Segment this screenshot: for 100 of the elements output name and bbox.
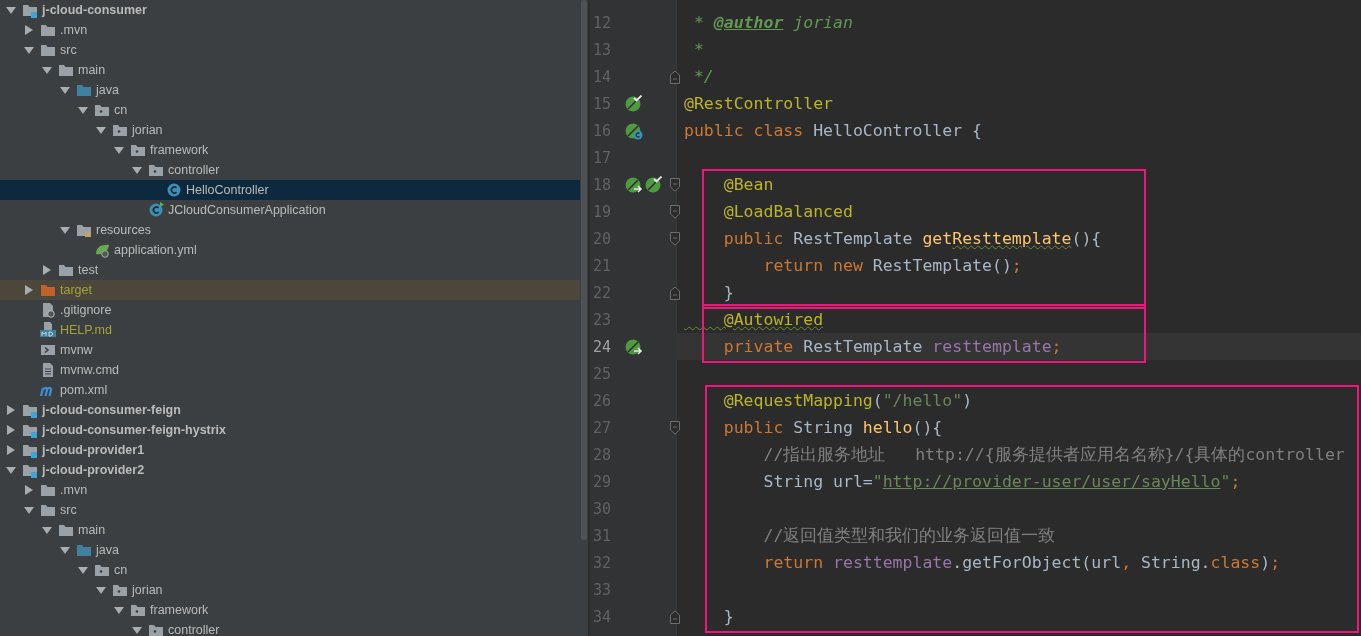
- fold-start-icon[interactable]: [670, 420, 680, 435]
- file-icon: [40, 302, 56, 318]
- bean-class-icon[interactable]: [625, 121, 643, 140]
- code-line: }: [722, 283, 734, 302]
- fold-end-icon[interactable]: [670, 609, 680, 624]
- tree-item[interactable]: java: [0, 80, 580, 100]
- tree-item[interactable]: j-cloud-consumer: [0, 0, 580, 20]
- tree-item[interactable]: controller: [0, 620, 580, 636]
- code-line: }: [722, 607, 734, 626]
- module-folder-icon: [22, 422, 38, 438]
- application-class-icon: [148, 202, 164, 218]
- leaf-icon: [94, 242, 110, 258]
- markdown-file-icon: [40, 322, 56, 338]
- tree-item[interactable]: target: [0, 280, 580, 300]
- fold-start-icon[interactable]: [670, 177, 680, 192]
- tree-item[interactable]: mvnw.cmd: [0, 360, 580, 380]
- tree-item-label: j-cloud-consumer-feign-hystrix: [42, 423, 227, 437]
- tree-item-label: cn: [114, 563, 128, 577]
- tree-item[interactable]: src: [0, 500, 580, 520]
- fold-end-icon[interactable]: [670, 69, 680, 84]
- tree-item[interactable]: resources: [0, 220, 580, 240]
- tree-item-label: framework: [150, 143, 209, 157]
- code-line: * @author jorian: [692, 13, 853, 32]
- package-folder-icon: [130, 602, 146, 618]
- fold-start-icon[interactable]: [670, 204, 680, 219]
- code-line: //指出服务地址 http://{服务提供者应用名名称}/{具体的controller: [762, 443, 1345, 466]
- tree-item[interactable]: main: [0, 520, 580, 540]
- folder-icon: [40, 502, 56, 518]
- scrollbar-thumb[interactable]: [581, 0, 587, 540]
- tree-item[interactable]: HELP.md: [0, 320, 580, 340]
- folder-icon: [40, 22, 56, 38]
- tree-item[interactable]: src: [0, 40, 580, 60]
- class-icon: [166, 182, 182, 198]
- code-line: @RequestMapping("/hello"): [722, 391, 973, 410]
- tree-item-label: java: [96, 543, 119, 557]
- code-line: //返回值类型和我们的业务返回值一致: [762, 524, 1056, 547]
- tree-item-label: controller: [168, 163, 220, 177]
- tree-item-label: pom.xml: [60, 383, 108, 397]
- code-line: @RestController: [684, 94, 833, 113]
- folder-icon: [58, 522, 74, 538]
- tree-item-label: framework: [150, 603, 209, 617]
- fold-start-icon[interactable]: [670, 231, 680, 246]
- tree-item-label: mvnw: [60, 343, 93, 357]
- code-line: @Bean: [722, 175, 774, 194]
- tree-item[interactable]: j-cloud-consumer-feign-hystrix: [0, 420, 580, 440]
- fold-end-icon[interactable]: [670, 285, 680, 300]
- bean-check-icon[interactable]: [645, 175, 663, 194]
- tree-item[interactable]: test: [0, 260, 580, 280]
- tree-item-label: j-cloud-consumer: [42, 3, 147, 17]
- tree-item-label: JCloudConsumerApplication: [168, 203, 326, 217]
- expanded-arrow-icon[interactable]: [6, 465, 16, 475]
- tree-item[interactable]: HelloController: [0, 180, 580, 200]
- module-folder-icon: [22, 462, 38, 478]
- tree-item-label: main: [78, 523, 106, 537]
- tree-item-label: HelloController: [186, 183, 269, 197]
- code-line: @Autowired: [722, 310, 824, 329]
- tree-item[interactable]: framework: [0, 600, 580, 620]
- code-line: private RestTemplate resttemplate;: [722, 337, 1062, 356]
- tree-item-label: src: [60, 503, 77, 517]
- package-folder-icon: [112, 122, 128, 138]
- tree-item[interactable]: .mvn: [0, 480, 580, 500]
- tree-item[interactable]: controller: [0, 160, 580, 180]
- tree-item-label: controller: [168, 623, 220, 636]
- tree-item[interactable]: jorian: [0, 580, 580, 600]
- tree-item[interactable]: JCloudConsumerApplication: [0, 200, 580, 220]
- line-number: 24: [592, 337, 613, 356]
- code-line: return new RestTemplate();: [762, 256, 1022, 275]
- tree-item[interactable]: j-cloud-provider1: [0, 440, 580, 460]
- code-line: return resttemplate.getForObject(url, String.class);: [762, 553, 1281, 572]
- folder-icon: [40, 482, 56, 498]
- collapsed-arrow-icon[interactable]: [24, 25, 34, 35]
- resources-folder-icon: [76, 222, 92, 238]
- package-folder-icon: [94, 562, 110, 578]
- tree-item[interactable]: java: [0, 540, 580, 560]
- expanded-arrow-icon[interactable]: [60, 225, 70, 235]
- tree-item[interactable]: application.yml: [0, 240, 580, 260]
- tree-item-label: test: [78, 263, 99, 277]
- package-folder-icon: [112, 582, 128, 598]
- tree-item[interactable]: j-cloud-consumer-feign: [0, 400, 580, 420]
- tree-item-label: target: [60, 283, 92, 297]
- collapsed-arrow-icon[interactable]: [24, 485, 34, 495]
- tree-item[interactable]: mvnw: [0, 340, 580, 360]
- bean-check-icon[interactable]: [625, 94, 643, 113]
- tree-item[interactable]: .mvn: [0, 20, 580, 40]
- tree-item[interactable]: main: [0, 60, 580, 80]
- tree-item-label: jorian: [132, 123, 163, 137]
- tree-item[interactable]: pom.xml: [0, 380, 580, 400]
- tree-item[interactable]: .gitignore: [0, 300, 580, 320]
- package-folder-icon: [94, 102, 110, 118]
- tree-item[interactable]: cn: [0, 100, 580, 120]
- tree-item[interactable]: cn: [0, 560, 580, 580]
- tree-item[interactable]: jorian: [0, 120, 580, 140]
- folder-icon: [40, 282, 56, 298]
- tree-item-label: resources: [96, 223, 151, 237]
- tree-item[interactable]: j-cloud-provider2: [0, 460, 580, 480]
- tree-item[interactable]: framework: [0, 140, 580, 160]
- tree-item-label: mvnw.cmd: [60, 363, 120, 377]
- terminal-file-icon: [40, 342, 56, 358]
- folder-icon: [58, 262, 74, 278]
- expanded-arrow-icon[interactable]: [6, 5, 16, 15]
